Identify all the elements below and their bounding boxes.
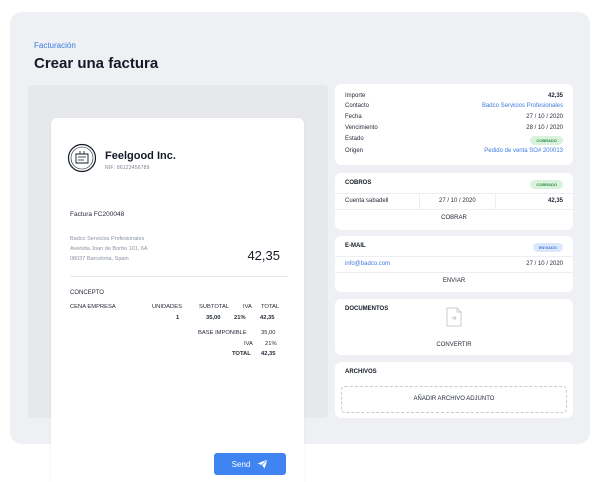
summary-value-fecha: 27 / 10 / 2020 bbox=[526, 114, 563, 120]
page-title: Crear una factura bbox=[34, 55, 159, 72]
cobro-amount: 42,35 bbox=[547, 198, 563, 204]
client-street: Avenida Joan de Borbo 101, 6A bbox=[70, 246, 148, 252]
invoice-document: Feelgood Inc. NIF: 86123456789 Factura F… bbox=[51, 118, 304, 482]
email-badge: ENVIADO bbox=[532, 243, 563, 252]
line-iva: 21% bbox=[234, 315, 246, 321]
column-total: TOTAL bbox=[261, 304, 280, 310]
company-nif: NIF: 86123456789 bbox=[105, 165, 150, 171]
email-date: 27 / 10 / 2020 bbox=[526, 261, 563, 267]
cobrar-button[interactable]: COBRAR bbox=[335, 215, 573, 221]
base-label: BASE IMPONIBLE bbox=[198, 330, 247, 336]
add-attachment-dropzone[interactable]: AÑADIR ARCHIVO ADJUNTO bbox=[341, 386, 567, 413]
divider bbox=[335, 272, 573, 273]
iva-value: 21% bbox=[265, 341, 277, 347]
archivos-title: ARCHIVOS bbox=[345, 369, 377, 375]
summary-value-vencimiento: 28 / 10 / 2020 bbox=[526, 125, 563, 131]
summary-label-estado: Estado bbox=[345, 136, 364, 142]
documentos-title: DOCUMENTOS bbox=[345, 306, 389, 312]
invoice-amount: 42,35 bbox=[247, 248, 280, 263]
summary-label-vencimiento: Vencimiento bbox=[345, 125, 378, 131]
breadcrumb[interactable]: Facturación bbox=[34, 41, 76, 50]
iva-label: IVA bbox=[244, 341, 253, 347]
summary-label-contacto: Contacto bbox=[345, 103, 370, 109]
company-logo-icon bbox=[67, 143, 97, 173]
total-value: 42,35 bbox=[261, 351, 276, 357]
summary-label-origen: Origen bbox=[345, 148, 364, 154]
divider bbox=[495, 193, 496, 209]
line-units: 1 bbox=[176, 315, 180, 321]
divider bbox=[70, 276, 288, 277]
client-name: Badco Servicios Profesionales bbox=[70, 236, 145, 242]
email-address-link[interactable]: info@badco.com bbox=[345, 261, 390, 267]
cobros-panel: COBROS COBRADO Cuenta sabadell 27 / 10 /… bbox=[335, 173, 573, 230]
total-label: TOTAL bbox=[232, 351, 251, 357]
invoice-number: Factura FC200048 bbox=[70, 211, 125, 218]
cobro-date: 27 / 10 / 2020 bbox=[439, 198, 476, 204]
cobro-account: Cuenta sabadell bbox=[345, 198, 389, 204]
client-city: 08037 Barcelona, Spain bbox=[70, 256, 129, 262]
cobros-title: COBROS bbox=[345, 180, 372, 186]
send-button[interactable]: Send bbox=[214, 453, 286, 475]
summary-contact-link[interactable]: Badco Servicios Profesionales bbox=[482, 103, 563, 109]
company-name: Feelgood Inc. bbox=[105, 150, 176, 162]
summary-label-fecha: Fecha bbox=[345, 114, 362, 120]
column-units: UNIDADES bbox=[152, 304, 182, 310]
summary-value-importe: 42,35 bbox=[547, 93, 563, 99]
convertir-button[interactable]: CONVERTIR bbox=[335, 342, 573, 348]
column-concept: CENA EMPRESA bbox=[70, 304, 116, 310]
column-subtotal: SUBTOTAL bbox=[199, 304, 230, 310]
divider bbox=[335, 193, 573, 194]
line-subtotal: 35,00 bbox=[206, 315, 221, 321]
email-panel: E-MAIL ENVIADO info@badco.com 27 / 10 / … bbox=[335, 236, 573, 292]
concepto-heading: CONCEPTO bbox=[70, 290, 104, 296]
archivos-panel: ARCHIVOS AÑADIR ARCHIVO ADJUNTO bbox=[335, 362, 573, 418]
status-badge: COBRADO bbox=[530, 136, 563, 145]
send-button-label: Send bbox=[231, 459, 251, 469]
line-total: 42,35 bbox=[260, 315, 275, 321]
email-title: E-MAIL bbox=[345, 243, 366, 249]
document-icon bbox=[446, 307, 462, 327]
base-value: 35,00 bbox=[261, 330, 276, 336]
summary-origin-link[interactable]: Pedido de venta SO# 200013 bbox=[484, 148, 563, 154]
cobros-badge: COBRADO bbox=[530, 180, 563, 189]
client-address: Badco Servicios Profesionales Avenida Jo… bbox=[70, 234, 148, 264]
summary-panel: Importe 42,35 Contacto Badco Servicios P… bbox=[335, 84, 573, 165]
column-iva: IVA bbox=[243, 304, 252, 310]
enviar-button[interactable]: ENVIAR bbox=[335, 278, 573, 284]
divider bbox=[419, 193, 420, 209]
documentos-panel: DOCUMENTOS CONVERTIR bbox=[335, 299, 573, 355]
paper-plane-icon bbox=[257, 459, 269, 469]
divider bbox=[335, 209, 573, 210]
summary-label-importe: Importe bbox=[345, 93, 366, 99]
divider bbox=[335, 256, 573, 257]
